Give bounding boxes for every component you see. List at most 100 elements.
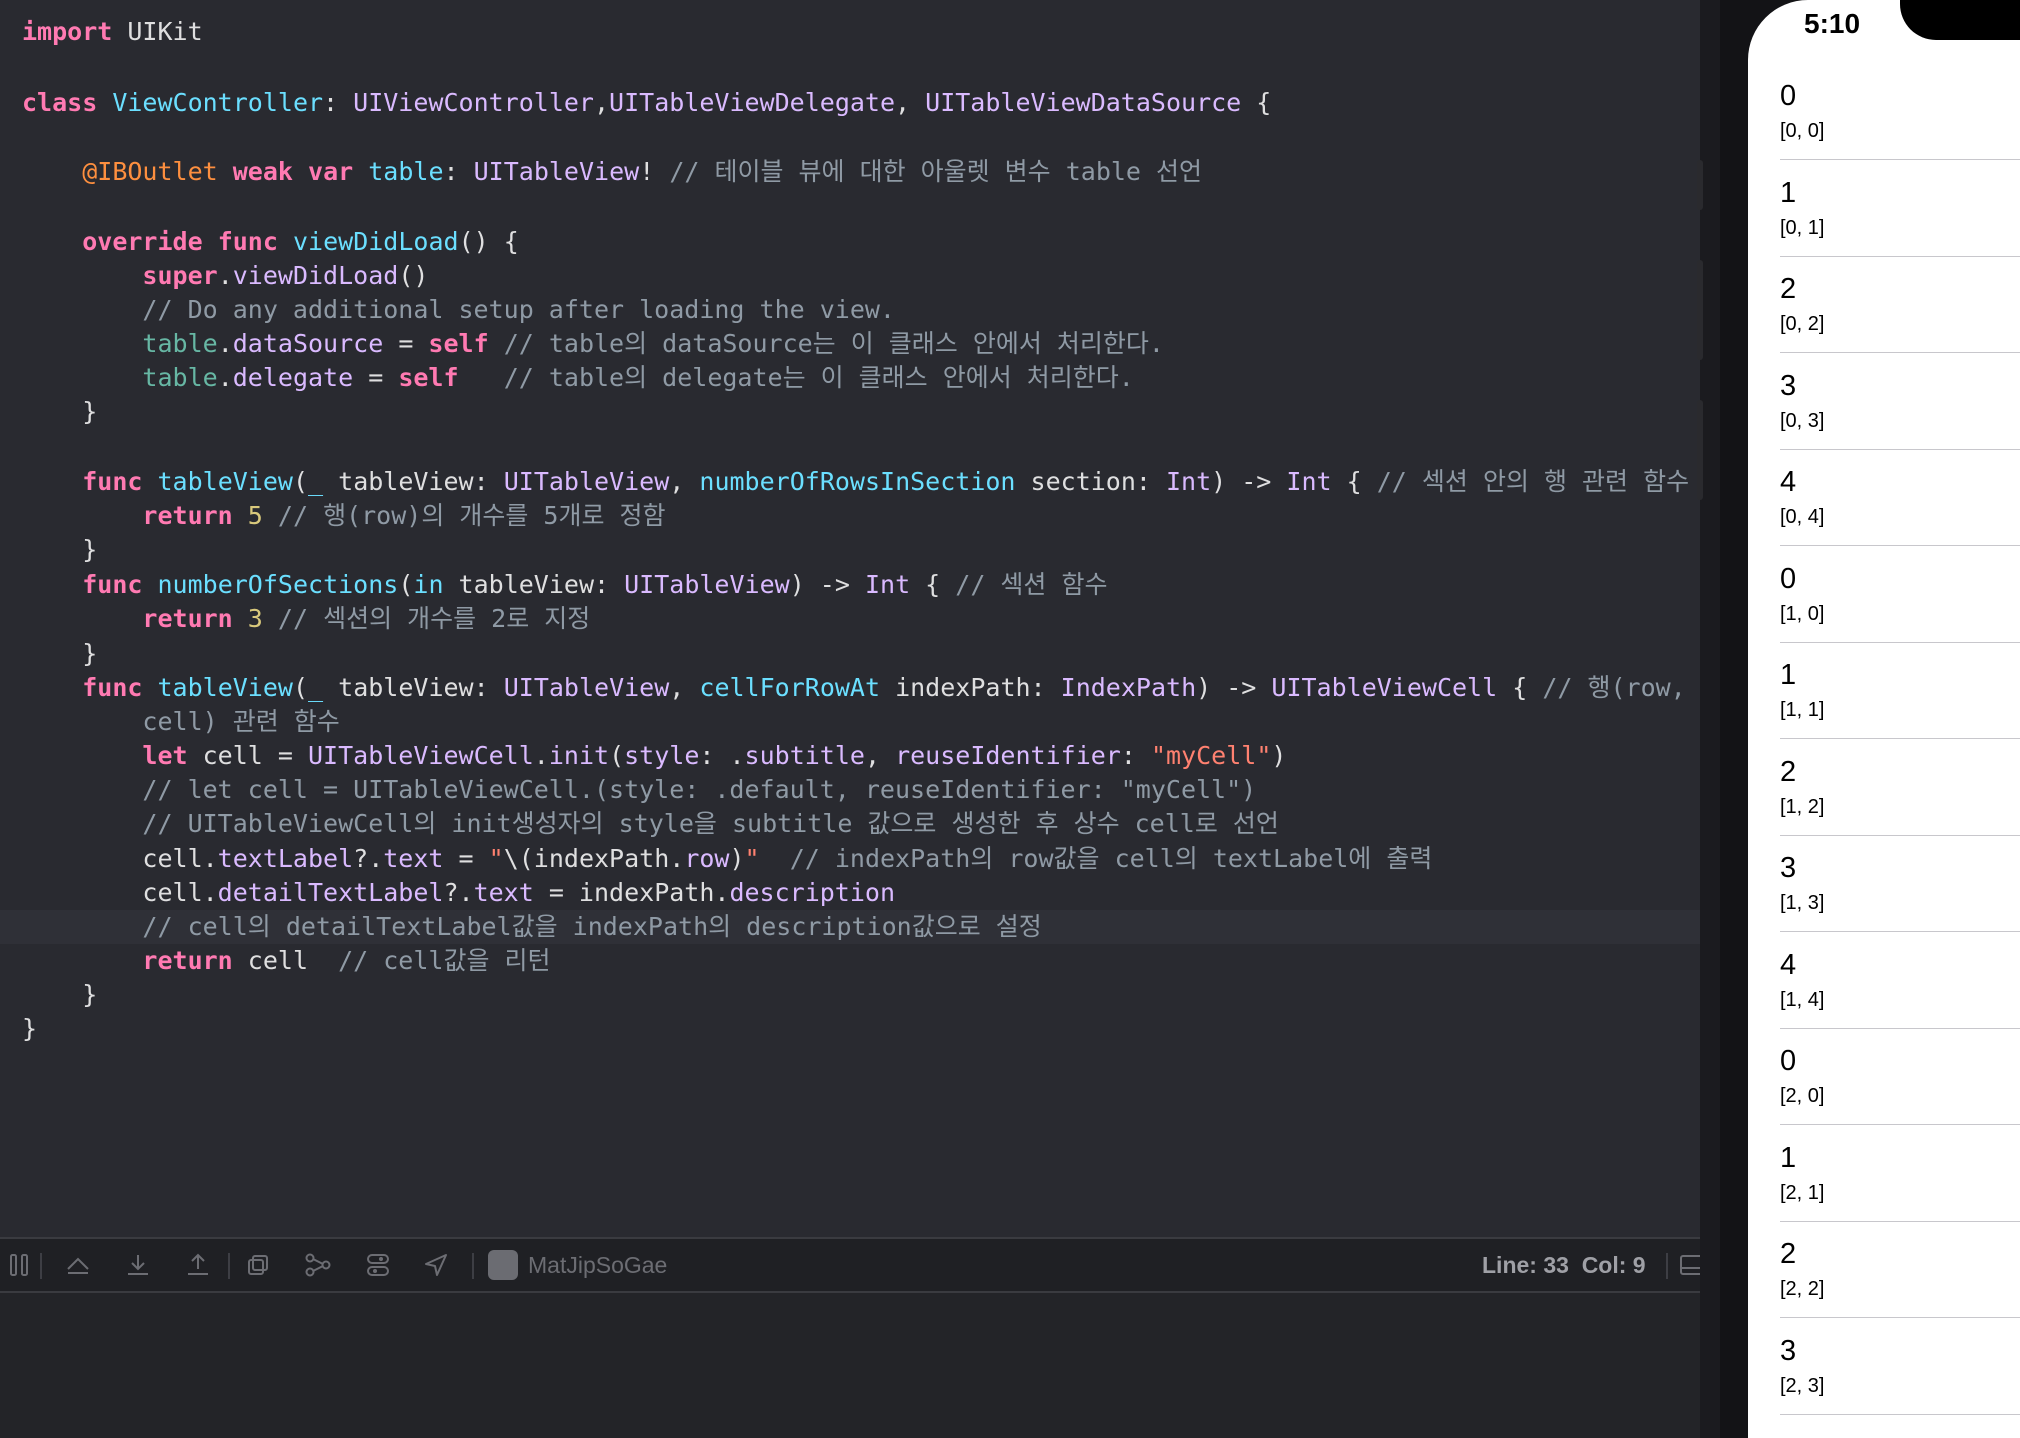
code-line[interactable]: [0, 52, 1700, 86]
hide-debug-area-icon[interactable]: [0, 1239, 40, 1291]
code-token: textLabel: [217, 844, 354, 873]
code-line[interactable]: [0, 120, 1700, 154]
code-line[interactable]: }: [0, 1012, 1700, 1046]
code-token: // 섹션 함수: [955, 570, 1108, 599]
code-token: self: [428, 329, 489, 358]
step-out-icon[interactable]: [238, 1239, 278, 1291]
code-token: indexPath:: [880, 673, 1061, 702]
code-token: ": [744, 844, 760, 873]
code-token: ": [488, 844, 504, 873]
cell-text-label: 4: [1780, 948, 1797, 981]
code-line[interactable]: // Do any additional setup after loading…: [0, 293, 1700, 327]
code-token: UITableView: [624, 570, 790, 599]
debug-console[interactable]: [0, 1293, 1700, 1438]
code-line[interactable]: @IBOutlet weak var table: UITableView! /…: [0, 155, 1700, 189]
table-cell[interactable]: 0 [2, 0]: [1748, 1029, 2020, 1125]
continue-icon[interactable]: [58, 1239, 98, 1291]
table-cell[interactable]: 4 [1, 4]: [1748, 933, 2020, 1029]
device-notch: [1900, 0, 2020, 40]
environment-overrides-icon[interactable]: [416, 1239, 456, 1291]
table-cell[interactable]: 0 [0, 0]: [1748, 64, 2020, 160]
code-token: func: [82, 467, 143, 496]
code-line[interactable]: return 5 // 행(row)의 개수를 5개로 정함: [0, 499, 1700, 533]
code-token: IndexPath: [1060, 673, 1197, 702]
table-cell[interactable]: 3 [1, 3]: [1748, 836, 2020, 932]
code-line[interactable]: }: [0, 533, 1700, 567]
code-line-text: return cell // cell값을 리턴: [22, 944, 550, 978]
code-line[interactable]: }: [0, 978, 1700, 1012]
code-token: : .: [699, 741, 745, 770]
table-cell[interactable]: 1 [1, 1]: [1748, 643, 2020, 739]
table-cell[interactable]: 0 [1, 0]: [1748, 547, 2020, 643]
code-line[interactable]: override func viewDidLoad() {: [0, 225, 1700, 259]
table-cell[interactable]: 2 [2, 2]: [1748, 1222, 2020, 1318]
code-line-text: func tableView(_ tableView: UITableView,…: [22, 671, 1686, 705]
code-line[interactable]: class ViewController: UIViewController,U…: [0, 86, 1700, 120]
code-token: // let cell = UITableViewCell.(style: .d…: [142, 775, 1257, 804]
code-line[interactable]: [0, 430, 1700, 464]
code-line[interactable]: cell.textLabel?.text = "\(indexPath.row)…: [0, 842, 1700, 876]
table-cell[interactable]: 1 [2, 1]: [1748, 1126, 2020, 1222]
code-token: UIKit: [112, 17, 203, 46]
table-cell[interactable]: 4 [0, 4]: [1748, 450, 2020, 546]
code-token: ,: [593, 88, 610, 117]
code-token: cell.: [22, 844, 218, 873]
code-token: // 행(row,: [1542, 673, 1686, 702]
code-token: }: [22, 397, 98, 426]
code-token: row: [684, 844, 730, 873]
code-line[interactable]: // UITableViewCell의 init생성자의 style을 subt…: [0, 807, 1700, 841]
code-line[interactable]: cell.detailTextLabel?.text = indexPath.d…: [0, 876, 1700, 910]
code-line[interactable]: table.delegate = self // table의 delegate…: [0, 361, 1700, 395]
code-line[interactable]: // let cell = UITableViewCell.(style: .d…: [0, 773, 1700, 807]
code-line[interactable]: import UIKit: [0, 15, 1700, 49]
code-line[interactable]: }: [0, 395, 1700, 429]
code-line-text: func numberOfSections(in tableView: UITa…: [22, 568, 1108, 602]
table-cell[interactable]: 2 [0, 2]: [1748, 257, 2020, 353]
code-token: }: [22, 639, 98, 668]
code-token: let: [142, 741, 188, 770]
code-token: ,: [864, 741, 896, 770]
code-line[interactable]: let cell = UITableViewCell.init(style: .…: [0, 739, 1700, 773]
code-line-text: cell) 관련 함수: [22, 705, 339, 739]
code-token: {: [910, 570, 956, 599]
table-cell[interactable]: 1 [0, 1]: [1748, 161, 2020, 257]
cell-text-label: 4: [1780, 466, 1797, 498]
code-token: tableView:: [443, 570, 625, 599]
code-line[interactable]: super.viewDidLoad(): [0, 259, 1700, 293]
code-line[interactable]: table.dataSource = self // table의 dataSo…: [0, 327, 1700, 361]
table-cell[interactable]: 3 [2, 3]: [1748, 1319, 2020, 1415]
cell-detail-label: [0, 0]: [1780, 120, 1825, 142]
table-cell[interactable]: 2 [1, 2]: [1748, 740, 2020, 836]
scheme-name[interactable]: MatJipSoGae: [528, 1239, 667, 1291]
code-line[interactable]: func tableView(_ tableView: UITableView,…: [0, 671, 1700, 705]
code-line[interactable]: return cell // cell값을 리턴: [0, 944, 1700, 978]
table-cell[interactable]: 3 [0, 3]: [1748, 354, 2020, 450]
view-hierarchy-icon[interactable]: [298, 1239, 338, 1291]
code-line[interactable]: func tableView(_ tableView: UITableView,…: [0, 465, 1700, 499]
step-into-icon[interactable]: [178, 1239, 218, 1291]
code-line[interactable]: return 3 // 섹션의 개수를 2로 지정: [0, 602, 1700, 636]
code-line[interactable]: // cell의 detailTextLabel값을 indexPath의 de…: [0, 910, 1700, 944]
step-over-icon[interactable]: [118, 1239, 158, 1291]
code-token: // indexPath의 row값을 cell의 textLabel에 출력: [789, 844, 1433, 873]
code-editor[interactable]: import UIKit class ViewController: UIView…: [0, 0, 1700, 1237]
memory-graph-icon[interactable]: [358, 1239, 398, 1291]
code-line[interactable]: }: [0, 637, 1700, 671]
code-line[interactable]: func numberOfSections(in tableView: UITa…: [0, 568, 1700, 602]
code-token: =: [443, 844, 489, 873]
code-line[interactable]: cell) 관련 함수: [0, 705, 1700, 739]
code-line[interactable]: [0, 190, 1700, 224]
code-line-text: }: [22, 533, 97, 567]
code-token: // 행(row)의 개수를 5개로 정함: [277, 501, 666, 530]
cell-detail-label: [2, 1]: [1780, 1181, 1825, 1204]
code-token: // cell의 detailTextLabel값을 indexPath의 de…: [142, 912, 1042, 941]
code-token: // 섹션의 개수를 2로 지정: [277, 604, 591, 633]
cell-detail-label: [0, 3]: [1780, 409, 1825, 432]
